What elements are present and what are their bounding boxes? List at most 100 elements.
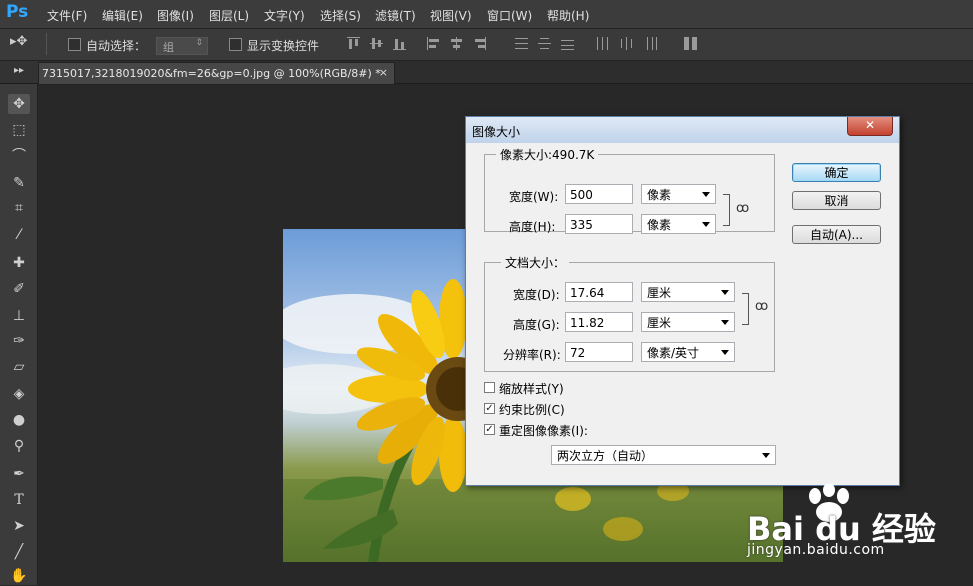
cancel-button[interactable]: 取消 <box>792 191 881 210</box>
dialog-titlebar[interactable]: 图像大小 ✕ <box>466 117 899 143</box>
hand-tool-icon[interactable]: ✋ <box>8 566 30 586</box>
history-brush-tool-icon[interactable]: ✑ <box>8 331 30 351</box>
resample-label: 重定图像像素(I): <box>499 424 588 438</box>
menu-layer[interactable]: 图层(L) <box>209 7 249 24</box>
type-tool-icon[interactable]: T <box>8 490 30 510</box>
healing-brush-tool-icon[interactable]: ✚ <box>8 253 30 273</box>
toolbox: ✥ ⬚ ⌒ ✎ ⌗ ⁄ ✚ ✐ ⊥ ✑ ▱ ◈ ● ⚲ ✒ T ➤ ╱ ✋ <box>0 84 38 585</box>
doc-width-unit-dropdown[interactable]: 厘米 <box>641 282 735 302</box>
stepper-icon: ⇕ <box>195 38 203 48</box>
distribute-vcenter-icon[interactable] <box>538 37 551 50</box>
eraser-tool-icon[interactable]: ▱ <box>8 357 30 377</box>
resolution-label: 分辨率(R): <box>503 348 561 362</box>
brush-tool-icon[interactable]: ✐ <box>8 279 30 299</box>
quick-select-tool-icon[interactable]: ✎ <box>8 173 30 193</box>
baidu-jingyan-watermark: Bai du 经验 jingyan.baidu.com <box>741 484 973 568</box>
menu-select[interactable]: 选择(S) <box>320 7 361 24</box>
align-left-icon[interactable] <box>427 37 440 50</box>
chevron-down-icon <box>721 350 729 355</box>
pixel-height-unit: 像素 <box>647 218 672 232</box>
resample-method-dropdown[interactable]: 两次立方（自动） <box>551 445 776 465</box>
auto-button[interactable]: 自动(A)... <box>792 225 881 244</box>
pixel-width-unit-dropdown[interactable]: 像素 <box>641 184 716 204</box>
document-tab-strip: ▸▸ 7315017,3218019020&fm=26&gp=0.jpg @ 1… <box>0 61 973 85</box>
chevron-down-icon <box>721 290 729 295</box>
menu-image[interactable]: 图像(I) <box>157 7 194 24</box>
line-tool-icon[interactable]: ╱ <box>8 542 30 562</box>
eyedropper-tool-icon[interactable]: ⁄ <box>8 225 30 245</box>
chevron-down-icon <box>702 222 710 227</box>
link-chain-icon: ꝏ <box>755 299 769 314</box>
auto-select-value: 组 <box>163 41 174 54</box>
align-top-icon[interactable] <box>347 37 360 50</box>
pixel-width-unit: 像素 <box>647 188 672 202</box>
resolution-unit: 像素/英寸 <box>647 346 700 360</box>
options-bar: ▸✥ 自动选择： 组 ⇕ 显示变换控件 <box>0 29 973 61</box>
toolbox-collapse-icon[interactable]: ▸▸ <box>0 61 38 83</box>
document-tab[interactable]: 7315017,3218019020&fm=26&gp=0.jpg @ 100%… <box>38 62 395 85</box>
pixel-width-input[interactable]: 500 <box>565 184 633 204</box>
path-select-tool-icon[interactable]: ➤ <box>8 516 30 536</box>
constrain-proportions-label: 约束比例(C) <box>499 403 565 417</box>
doc-height-label: 高度(G): <box>513 318 560 332</box>
align-right-icon[interactable] <box>473 37 486 50</box>
resolution-input[interactable]: 72 <box>565 342 633 362</box>
pixel-height-unit-dropdown[interactable]: 像素 <box>641 214 716 234</box>
blur-tool-icon[interactable]: ● <box>8 410 30 430</box>
menu-window[interactable]: 窗口(W) <box>487 7 532 24</box>
pixel-dimensions-legend: 像素大小:490.7K <box>496 146 599 163</box>
close-tab-icon[interactable]: × <box>379 66 388 79</box>
menu-view[interactable]: 视图(V) <box>430 7 472 24</box>
chevron-down-icon <box>702 192 710 197</box>
move-tool-icon[interactable]: ✥ <box>8 94 30 114</box>
auto-select-dropdown[interactable]: 组 ⇕ <box>156 37 208 55</box>
resolution-unit-dropdown[interactable]: 像素/英寸 <box>641 342 735 362</box>
auto-align-layers-icon[interactable] <box>684 37 697 50</box>
pixel-height-input[interactable]: 335 <box>565 214 633 234</box>
menu-file[interactable]: 文件(F) <box>47 7 87 24</box>
pixel-width-label: 宽度(W): <box>509 190 559 204</box>
doc-height-input[interactable]: 11.82 <box>565 312 633 332</box>
resample-checkbox[interactable]: ✓ <box>484 424 495 435</box>
auto-select-checkbox[interactable] <box>68 38 81 51</box>
distribute-left-icon[interactable] <box>596 37 609 50</box>
dodge-tool-icon[interactable]: ⚲ <box>8 436 30 456</box>
marquee-tool-icon[interactable]: ⬚ <box>8 120 30 140</box>
dialog-title: 图像大小 <box>472 125 521 139</box>
crop-tool-icon[interactable]: ⌗ <box>8 198 30 218</box>
doc-width-unit: 厘米 <box>647 286 672 300</box>
dialog-close-button[interactable]: ✕ <box>847 117 893 136</box>
distribute-bottom-icon[interactable] <box>561 37 574 50</box>
document-size-legend: 文档大小： <box>501 254 570 271</box>
align-vcenter-icon[interactable] <box>370 37 383 50</box>
doc-link-bracket <box>742 293 749 325</box>
image-size-dialog: 图像大小 ✕ 像素大小:490.7K 宽度(W): 500 像素 高度(H): … <box>465 116 900 486</box>
move-tool-preset-icon[interactable]: ▸✥ <box>10 34 27 49</box>
paint-bucket-tool-icon[interactable]: ◈ <box>8 384 30 404</box>
menu-edit[interactable]: 编辑(E) <box>102 7 143 24</box>
photoshop-logo: Ps <box>6 2 29 22</box>
distribute-hcenter-icon[interactable] <box>620 37 633 50</box>
ok-button[interactable]: 确定 <box>792 163 881 182</box>
pixel-height-label: 高度(H): <box>509 220 556 234</box>
doc-width-input[interactable]: 17.64 <box>565 282 633 302</box>
menu-help[interactable]: 帮助(H) <box>547 7 589 24</box>
resample-method-value: 两次立方（自动） <box>557 449 654 463</box>
scale-styles-checkbox[interactable] <box>484 382 495 393</box>
dialog-body: 像素大小:490.7K 宽度(W): 500 像素 高度(H): 335 像素 … <box>471 143 892 479</box>
align-hcenter-icon[interactable] <box>450 37 463 50</box>
menu-filter[interactable]: 滤镜(T) <box>375 7 416 24</box>
show-transform-label: 显示变换控件 <box>247 39 320 53</box>
show-transform-checkbox[interactable] <box>229 38 242 51</box>
align-bottom-icon[interactable] <box>393 37 406 50</box>
constrain-proportions-checkbox[interactable]: ✓ <box>484 403 495 414</box>
document-tab-title: 7315017,3218019020&fm=26&gp=0.jpg @ 100%… <box>42 67 381 80</box>
stamp-tool-icon[interactable]: ⊥ <box>8 306 30 326</box>
menu-type[interactable]: 文字(Y) <box>264 7 305 24</box>
doc-height-unit-dropdown[interactable]: 厘米 <box>641 312 735 332</box>
lasso-tool-icon[interactable]: ⌒ <box>8 146 30 166</box>
pixel-link-bracket <box>723 194 730 226</box>
distribute-right-icon[interactable] <box>644 37 657 50</box>
pen-tool-icon[interactable]: ✒ <box>8 464 30 484</box>
distribute-top-icon[interactable] <box>515 37 528 50</box>
